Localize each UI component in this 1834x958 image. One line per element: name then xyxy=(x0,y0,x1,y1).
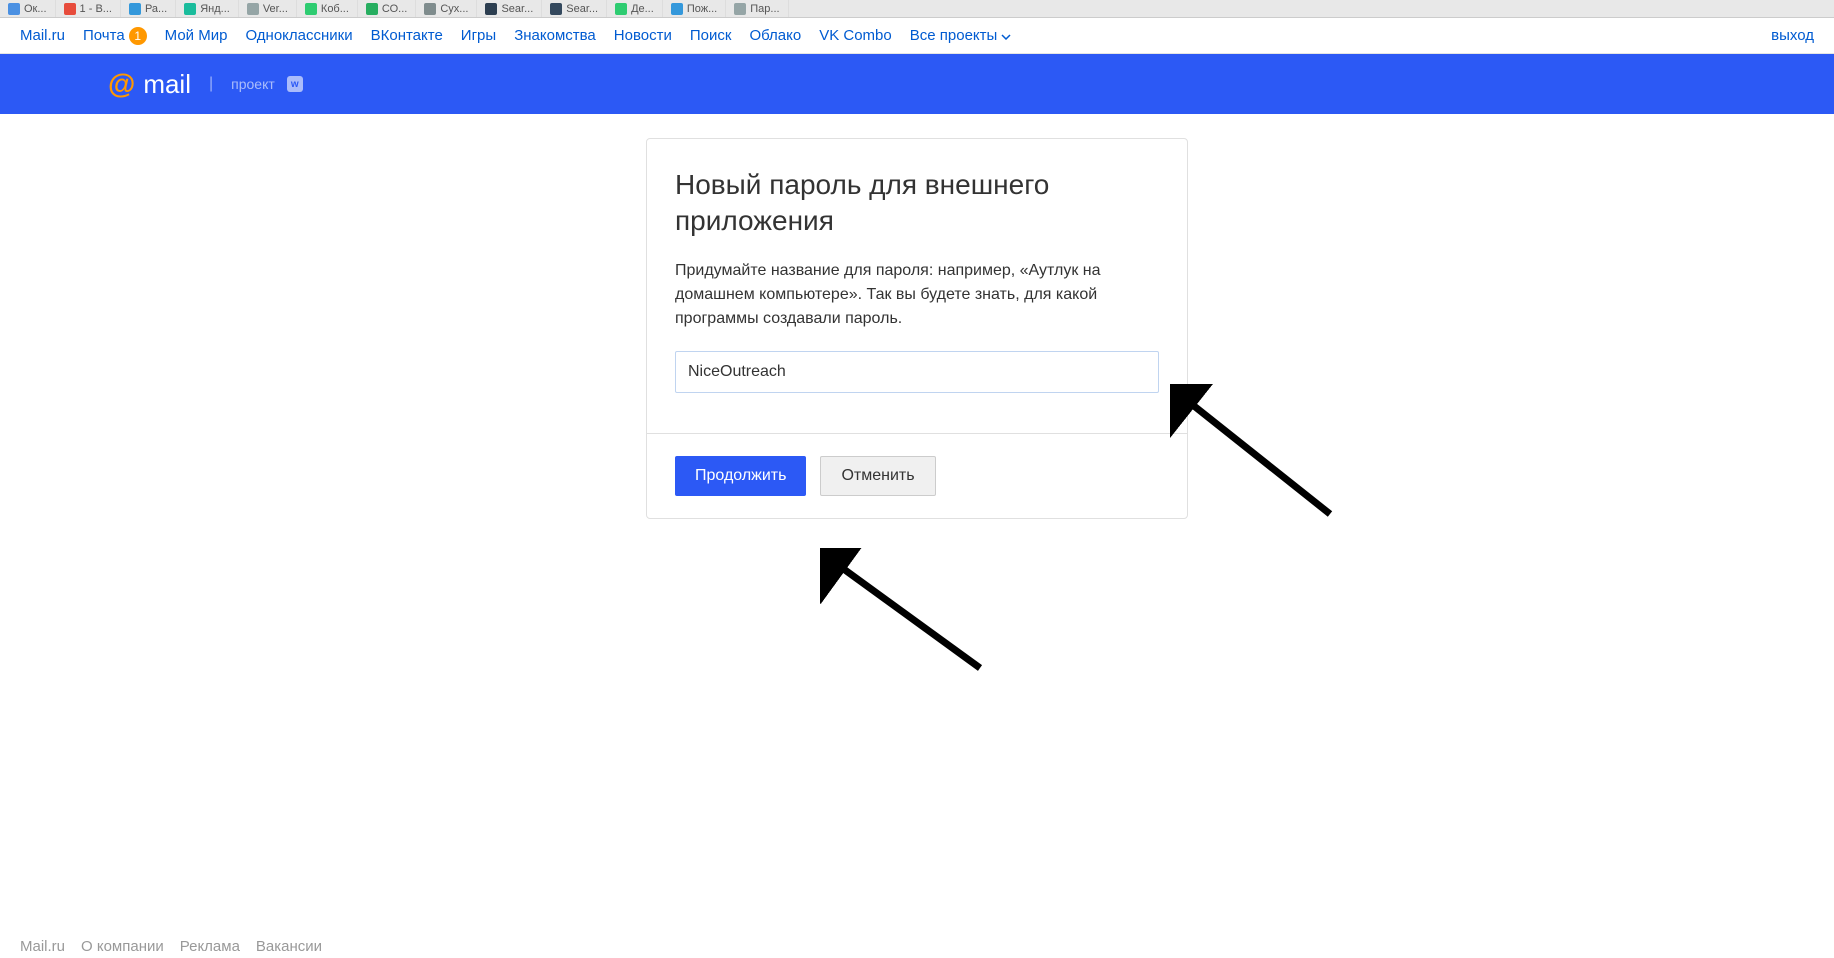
nav-vkcombo[interactable]: VK Combo xyxy=(819,27,892,44)
vk-icon: w xyxy=(287,76,303,92)
browser-tab[interactable]: СО... xyxy=(358,0,416,17)
browser-tab[interactable]: Ра... xyxy=(121,0,176,17)
browser-tab[interactable]: Ver... xyxy=(239,0,297,17)
footer-link-jobs[interactable]: Вакансии xyxy=(256,938,322,955)
browser-tab[interactable]: Ок... xyxy=(0,0,56,17)
nav-all-projects[interactable]: Все проекты xyxy=(910,27,1012,44)
mail-logo[interactable]: @ mail | проект w xyxy=(108,68,303,100)
at-icon: @ xyxy=(108,68,135,100)
browser-tab[interactable]: Сух... xyxy=(416,0,477,17)
nav-odnoklassniki[interactable]: Одноклассники xyxy=(245,27,352,44)
nav-label: Почта xyxy=(83,27,125,44)
project-label: проект xyxy=(231,76,275,92)
footer-link-ads[interactable]: Реклама xyxy=(180,938,240,955)
logo-divider: | xyxy=(209,75,213,93)
browser-tabs: Ок... 1 - В... Ра... Янд... Ver... Коб..… xyxy=(0,0,1834,18)
footer-link-about[interactable]: О компании xyxy=(81,938,164,955)
logout-link[interactable]: выход xyxy=(1771,27,1814,44)
continue-button[interactable]: Продолжить xyxy=(675,456,806,496)
card-description: Придумайте название для пароля: например… xyxy=(675,259,1159,331)
nav-novosti[interactable]: Новости xyxy=(614,27,672,44)
notification-badge: 1 xyxy=(129,27,147,45)
top-nav: Mail.ru Почта 1 Мой Мир Одноклассники ВК… xyxy=(0,18,1834,54)
browser-tab[interactable]: Пож... xyxy=(663,0,726,17)
nav-poisk[interactable]: Поиск xyxy=(690,27,732,44)
nav-znakomstva[interactable]: Знакомства xyxy=(514,27,596,44)
browser-tab[interactable]: Sear... xyxy=(477,0,542,17)
password-name-input[interactable] xyxy=(675,351,1159,393)
logo-text: mail xyxy=(143,69,191,100)
nav-mailru[interactable]: Mail.ru xyxy=(20,27,65,44)
cancel-button[interactable]: Отменить xyxy=(820,456,935,496)
nav-moimir[interactable]: Мой Мир xyxy=(165,27,228,44)
browser-tab[interactable]: 1 - В... xyxy=(56,0,121,17)
nav-label: Все проекты xyxy=(910,27,998,44)
footer-link-mailru[interactable]: Mail.ru xyxy=(20,938,65,955)
card-body: Новый пароль для внешнего приложения При… xyxy=(647,139,1187,433)
page-title: Новый пароль для внешнего приложения xyxy=(675,167,1159,239)
password-card: Новый пароль для внешнего приложения При… xyxy=(646,138,1188,519)
nav-pochta[interactable]: Почта 1 xyxy=(83,27,147,45)
browser-tab[interactable]: Коб... xyxy=(297,0,358,17)
browser-tab[interactable]: Sear... xyxy=(542,0,607,17)
footer: Mail.ru О компании Реклама Вакансии xyxy=(0,934,1834,958)
nav-oblako[interactable]: Облако xyxy=(749,27,801,44)
browser-tab[interactable]: Де... xyxy=(607,0,663,17)
browser-tab[interactable]: Пар... xyxy=(726,0,788,17)
blue-header: @ mail | проект w xyxy=(0,54,1834,114)
annotation-arrow-icon xyxy=(820,548,990,678)
browser-tab[interactable]: Янд... xyxy=(176,0,239,17)
chevron-down-icon xyxy=(1001,27,1011,44)
main-content: Новый пароль для внешнего приложения При… xyxy=(0,114,1834,519)
card-footer: Продолжить Отменить xyxy=(647,433,1187,518)
nav-igry[interactable]: Игры xyxy=(461,27,496,44)
nav-vkontakte[interactable]: ВКонтакте xyxy=(371,27,443,44)
